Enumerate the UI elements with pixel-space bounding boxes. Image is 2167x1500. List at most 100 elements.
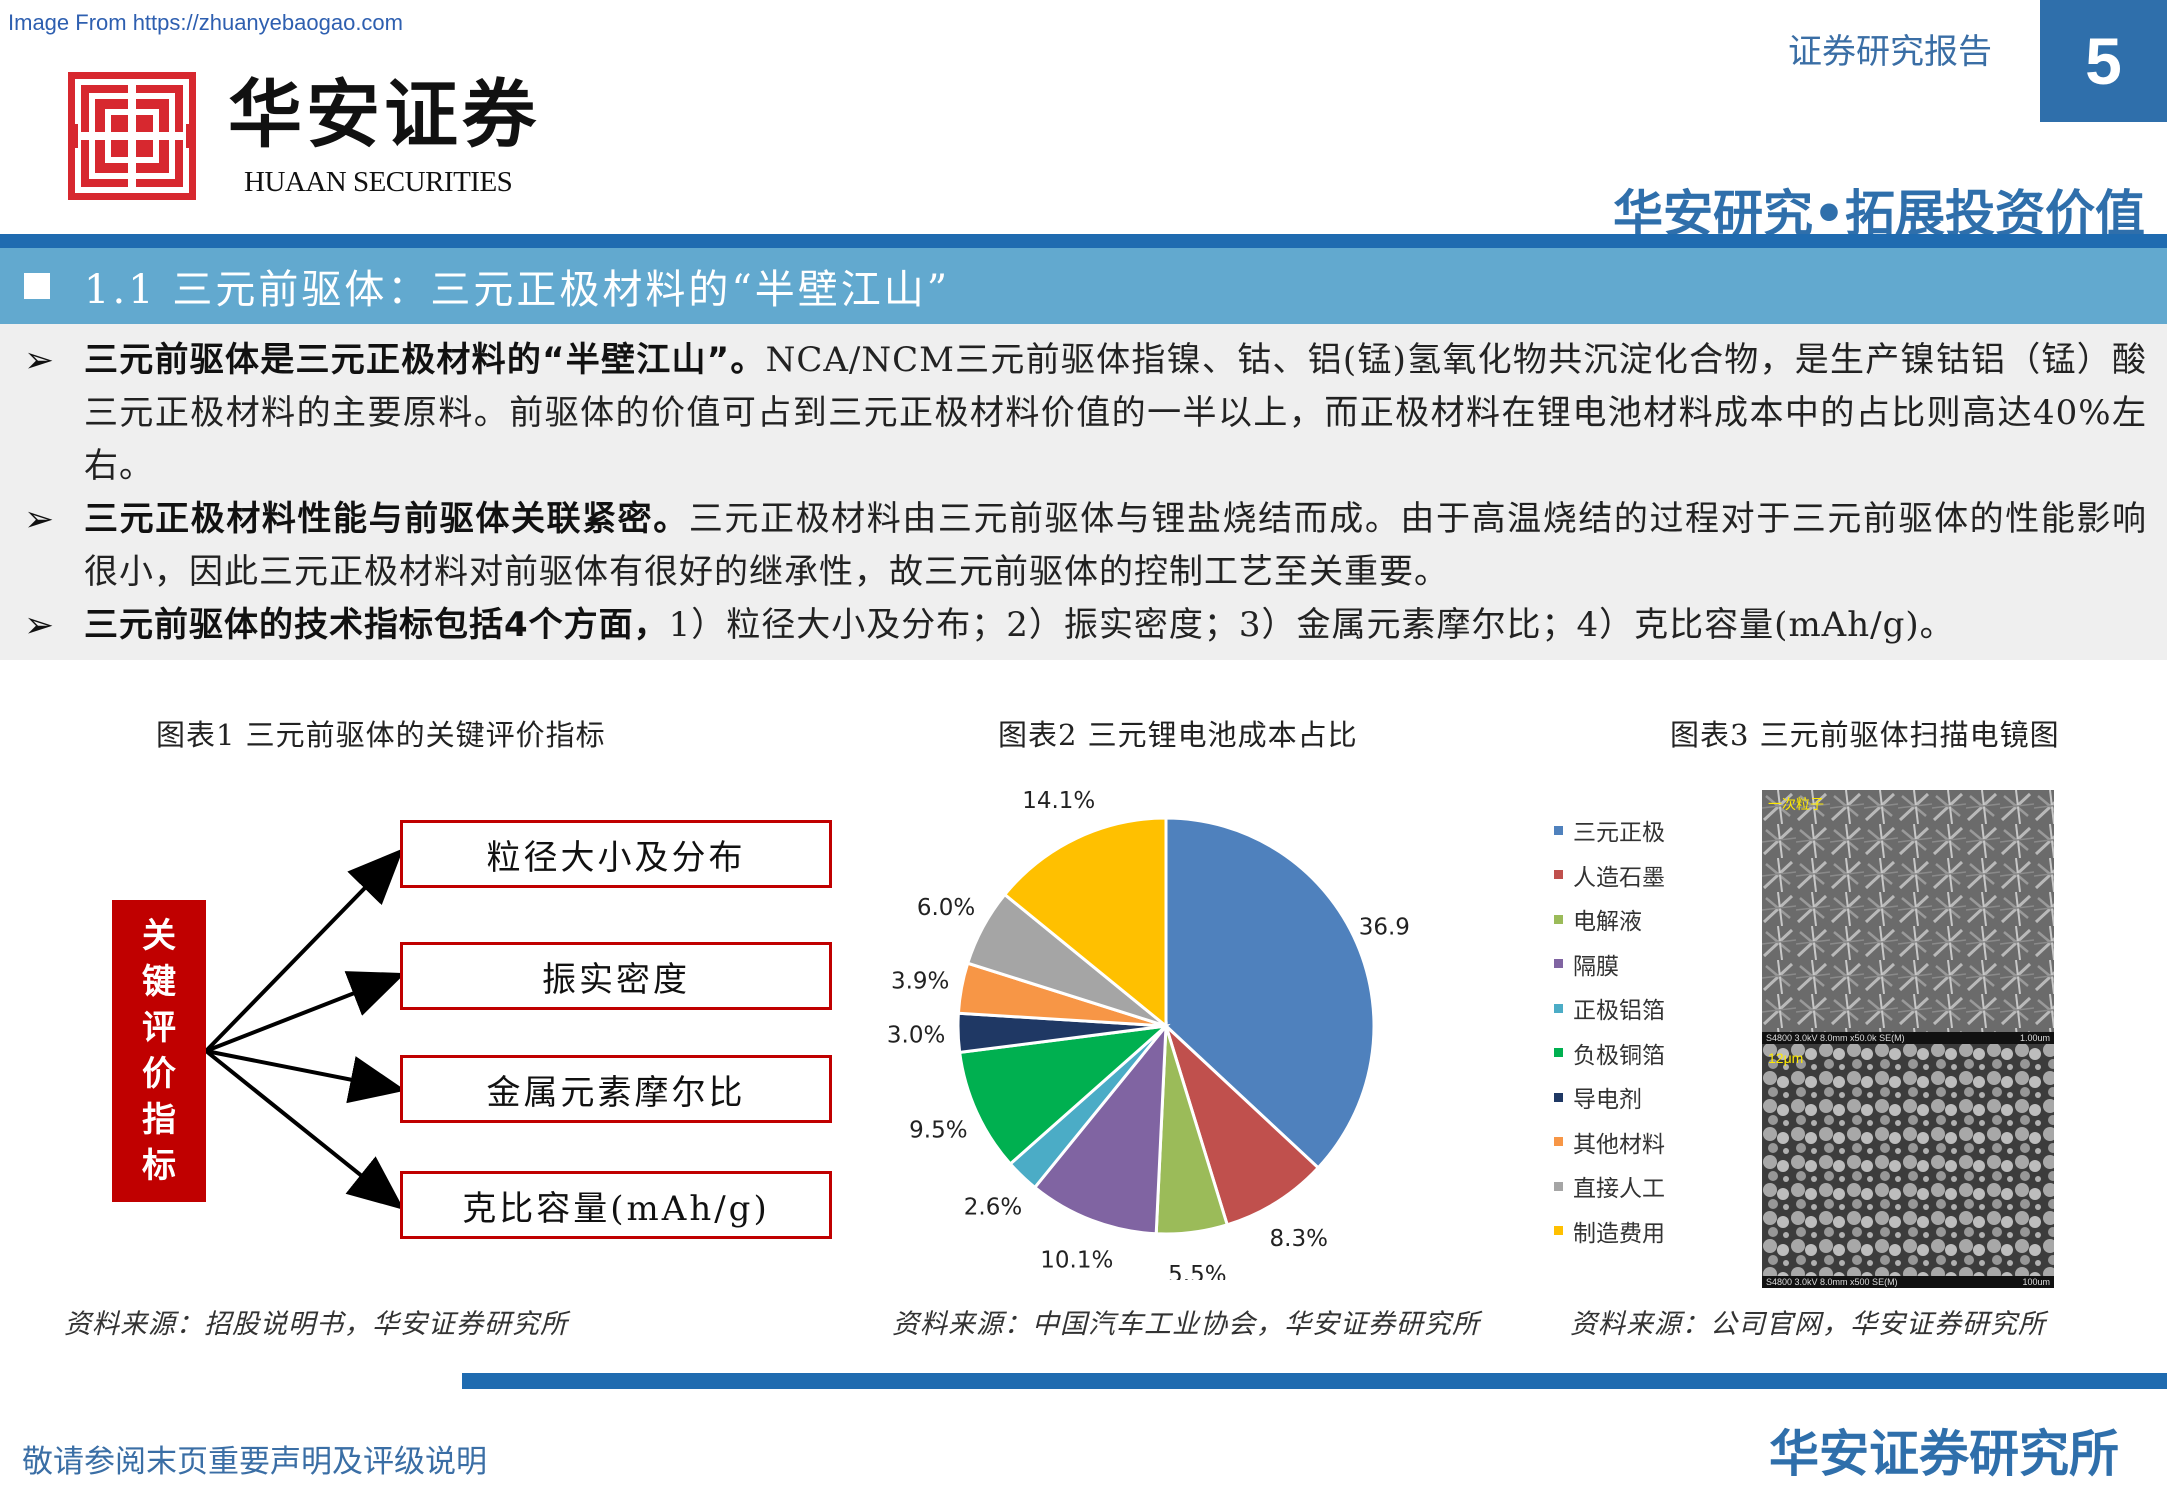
arrow-bullet-icon: ➢ [24,499,55,540]
bullet-item: ➢ 三元前驱体的技术指标包括4个方面，1）粒径大小及分布；2）振实密度；3）金属… [20,599,2147,652]
pie-data-label: 6.0% [917,895,975,921]
bullet-body: 1）粒径大小及分布；2）振实密度；3）金属元素摩尔比；4）克比容量(mAh/g)… [668,605,1955,645]
section-title: 1.1 三元前驱体：三元正极材料的“半壁江山” [84,267,951,313]
legend-label: 三元正极 [1573,820,1665,847]
bullet-item: ➢ 三元正极材料性能与前驱体关联紧密。三元正极材料由三元前驱体与锂盐烧结而成。由… [20,493,2147,599]
legend-item: 直接人工 [1554,1164,1665,1209]
bullet-bold: 三元正极材料性能与前驱体关联紧密。 [84,499,689,539]
fig1-title: 图表1 三元前驱体的关键评价指标 [156,718,606,752]
arrow-to-indicator-4 [204,1049,405,1211]
legend-swatch [1554,870,1563,880]
legend-item: 隔膜 [1554,942,1665,987]
fig2-source: 资料来源：中国汽车工业协会，华安证券研究所 [892,1309,1480,1340]
legend-swatch [1554,1137,1563,1147]
pie-data-label: 2.6% [964,1194,1022,1220]
sem-scale-text: 1.00um [2019,1033,2050,1043]
pie-data-label: 8.3% [1270,1226,1328,1252]
legend-item: 导电剂 [1554,1075,1665,1120]
pie-data-label: 9.5% [909,1117,967,1143]
key-char: 指 [142,1100,176,1140]
pie-data-label: 3.9% [891,968,949,994]
sem-bar-text: S4800 3.0kV 8.0mm x500 SE(M) [1766,1277,1898,1287]
legend-label: 直接人工 [1573,1176,1665,1203]
bullet-bold: 三元前驱体的技术指标包括4个方面， [84,605,669,645]
legend-label: 电解液 [1573,909,1642,936]
logo-english-name: HUAAN SECURITIES [244,166,513,198]
legend-label: 制造费用 [1573,1220,1665,1247]
sem-tag-primary-particle: 一次粒子 [1768,796,1824,812]
legend-swatch [1554,1003,1563,1013]
key-char: 评 [142,1008,176,1048]
legend-item: 正极铝箔 [1554,986,1665,1031]
arrow-to-indicator-3 [205,1049,406,1104]
report-type: 证券研究报告 [1788,32,1992,72]
legend-swatch [1554,1181,1563,1191]
indicator-box-tap-density: 振实密度 [400,942,832,1010]
square-bullet-icon [24,273,50,299]
footer-disclaimer: 敬请参阅末页重要声明及评级说明 [22,1444,487,1480]
legend-item: 负极铜箔 [1554,1031,1665,1076]
legend-swatch [1554,825,1563,835]
sem-info-bar-bottom: S4800 3.0kV 8.0mm x500 SE(M) 100um [1762,1276,2054,1288]
bullet-text: 三元前驱体是三元正极材料的“半壁江山”。NCA/NCM三元前驱体指镍、钴、铝(锰… [84,334,2147,493]
fig1-diagram: 关 键 评 价 指 标 粒径大小及分布 振实密度 金属元素摩尔比 克比容量(mA… [100,800,860,1250]
huaan-logo-icon [68,72,196,200]
sem-image: 一次粒子 12μm S4800 3.0kV 8.0mm x50.0k SE(M)… [1762,790,2054,1288]
indicator-box-particle-size: 粒径大小及分布 [400,820,832,888]
legend-label: 其他材料 [1573,1131,1665,1158]
bullet-text: 三元前驱体的技术指标包括4个方面，1）粒径大小及分布；2）振实密度；3）金属元素… [84,599,2147,652]
section-header: 1.1 三元前驱体：三元正极材料的“半壁江山” [0,248,2167,324]
legend-swatch [1554,1226,1563,1236]
pie-data-label: 36.9% [1359,914,1410,940]
legend-label: 隔膜 [1573,953,1619,980]
legend-swatch [1554,959,1563,969]
legend-swatch [1554,914,1563,924]
fig2-title: 图表2 三元锂电池成本占比 [998,718,1358,752]
legend-swatch [1554,1048,1563,1058]
arrow-bullet-icon: ➢ [24,340,55,381]
sem-scale-text: 100um [2022,1277,2050,1287]
watermark-text: Image From https://zhuanyebaogao.com [8,10,403,35]
legend-item: 人造石墨 [1554,853,1665,898]
legend-item: 电解液 [1554,897,1665,942]
bottom-divider [462,1373,2167,1389]
key-char: 键 [142,962,176,1002]
arrow-to-indicator-1 [204,848,404,1053]
fig3-title: 图表3 三元前驱体扫描电镜图 [1670,718,2060,752]
page-number: 5 [2040,0,2167,122]
legend-label: 负极铜箔 [1573,1042,1665,1069]
bullet-item: ➢ 三元前驱体是三元正极材料的“半壁江山”。NCA/NCM三元前驱体指镍、钴、铝… [20,334,2147,493]
bullet-list: ➢ 三元前驱体是三元正极材料的“半壁江山”。NCA/NCM三元前驱体指镍、钴、铝… [0,324,2167,660]
legend-swatch [1554,1092,1563,1102]
arrow-bullet-icon: ➢ [24,605,55,646]
sem-bar-text: S4800 3.0kV 8.0mm x50.0k SE(M) [1766,1033,1905,1043]
indicator-box-molar-ratio: 金属元素摩尔比 [400,1055,832,1123]
pie-data-label: 14.1% [1022,788,1095,814]
fig1-source: 资料来源：招股说明书，华安证券研究所 [64,1309,568,1340]
arrow-to-indicator-2 [205,971,406,1053]
legend-item: 其他材料 [1554,1120,1665,1165]
cost-pie-chart: 36.9% 8.3% 5.5% 10.1% 2.6% 9.5% 3.0% 3.9% 6.0% 14… [887,788,1410,1280]
pie-legend: 三元正极人造石墨电解液隔膜正极铝箔负极铜箔导电剂其他材料直接人工制造费用 [1554,808,1665,1253]
top-divider [0,234,2167,248]
indicator-box-specific-capacity: 克比容量(mAh/g) [400,1171,832,1239]
key-evaluation-box: 关 键 评 价 指 标 [112,900,206,1202]
legend-label: 导电剂 [1573,1087,1642,1114]
bullet-text: 三元正极材料性能与前驱体关联紧密。三元正极材料由三元前驱体与锂盐烧结而成。由于高… [84,493,2147,599]
fig3-source: 资料来源：公司官网，华安证券研究所 [1570,1309,2046,1340]
legend-item: 三元正极 [1554,808,1665,853]
pie-data-label: 10.1% [1040,1248,1113,1274]
pie-data-label: 3.0% [887,1022,945,1048]
key-char: 标 [142,1146,176,1186]
key-char: 价 [142,1054,176,1094]
bullet-bold: 三元前驱体是三元正极材料的“半壁江山”。 [84,340,766,380]
logo-chinese-name: 华安证券 [228,72,540,158]
sem-tag-scale: 12μm [1768,1050,1804,1066]
pie-data-label: 5.5% [1168,1262,1226,1280]
key-char: 关 [142,916,176,956]
sem-info-bar-top: S4800 3.0kV 8.0mm x50.0k SE(M) 1.00um [1762,1032,2054,1044]
legend-label: 人造石墨 [1573,864,1665,891]
legend-label: 正极铝箔 [1573,998,1665,1025]
legend-item: 制造费用 [1554,1209,1665,1254]
footer-institute: 华安证券研究所 [1769,1425,2119,1483]
